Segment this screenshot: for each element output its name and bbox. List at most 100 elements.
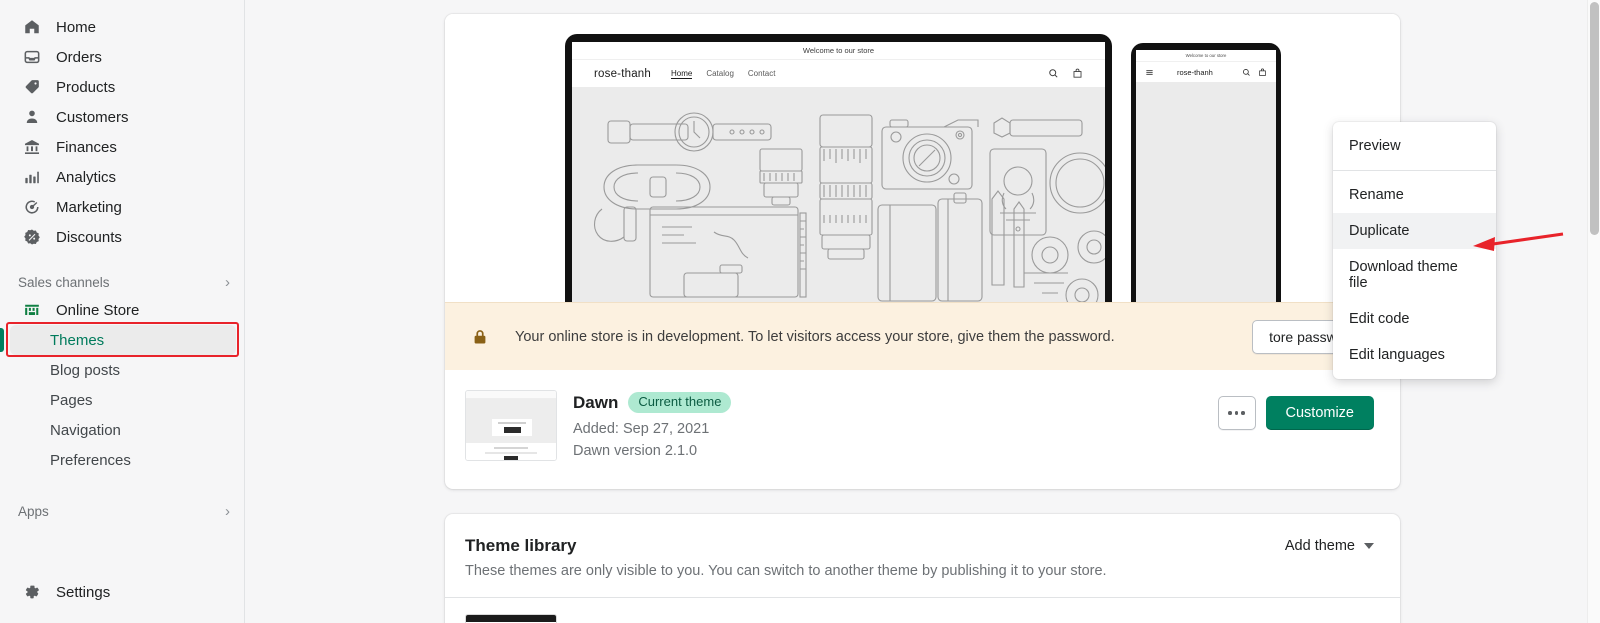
- sidebar-item-pages[interactable]: Pages: [10, 385, 236, 415]
- active-indicator-bar: [0, 328, 4, 352]
- settings-row: Settings: [0, 577, 245, 607]
- theme-library-subtitle: These themes are only visible to you. Yo…: [465, 562, 1107, 579]
- desktop-preview-screen: Welcome to our store rose-thanh Home Cat…: [572, 42, 1105, 302]
- theme-actions: Customize: [1217, 390, 1374, 430]
- search-icon: [1242, 68, 1251, 77]
- dot: [1228, 411, 1232, 415]
- theme-library-text: Theme library These themes are only visi…: [465, 536, 1285, 579]
- preview-store-header: rose-thanh Home Catalog Contact: [572, 59, 1105, 87]
- mobile-preview-screen: Welcome to our store rose-thanh: [1136, 50, 1276, 302]
- sidebar-item-orders[interactable]: Orders: [10, 42, 236, 72]
- status-badge: Current theme: [628, 392, 732, 414]
- sidebar-item-label: Customers: [56, 108, 129, 126]
- preview-announcement-bar: Welcome to our store: [572, 42, 1105, 59]
- preview-nav-home: Home: [670, 68, 693, 79]
- sidebar-item-customers[interactable]: Customers: [10, 102, 236, 132]
- preview-hero-illustration: [572, 87, 1105, 302]
- menu-item-rename[interactable]: Rename: [1333, 177, 1496, 213]
- orders-icon: [22, 47, 42, 67]
- sidebar-item-products[interactable]: Products: [10, 72, 236, 102]
- add-theme-button[interactable]: Add theme: [1285, 536, 1374, 554]
- sidebar-subitem-label: Pages: [50, 391, 93, 409]
- theme-library-card: Theme library These themes are only visi…: [445, 513, 1400, 623]
- menu-divider: [1333, 170, 1496, 171]
- customers-person-icon: [22, 107, 42, 127]
- sidebar-section-apps[interactable]: Apps ›: [18, 503, 230, 520]
- sidebar-item-label: Settings: [56, 583, 111, 601]
- mobile-store-logo: rose-thanh: [1177, 67, 1213, 77]
- home-icon: [22, 17, 42, 37]
- current-theme-card: Welcome to our store rose-thanh Home Cat…: [445, 14, 1400, 489]
- mobile-hero-area: [1136, 82, 1276, 302]
- apps-label: Apps: [18, 504, 49, 519]
- vertical-scrollbar[interactable]: [1587, 0, 1600, 623]
- sidebar-item-label: Products: [56, 78, 116, 96]
- annotation-arrow-duplicate: [1467, 232, 1567, 263]
- sidebar-item-analytics[interactable]: Analytics: [10, 162, 236, 192]
- desktop-preview-mockup[interactable]: Welcome to our store rose-thanh Home Cat…: [565, 34, 1112, 302]
- cart-icon: [1258, 68, 1267, 77]
- theme-name: Dawn: [573, 392, 619, 412]
- main-content: Welcome to our store rose-thanh Home Cat…: [245, 0, 1600, 623]
- products-tag-icon: [22, 77, 42, 97]
- menu-item-edit-code[interactable]: Edit code: [1333, 301, 1496, 337]
- library-theme-thumbnail: [465, 613, 557, 623]
- sidebar-item-label: Orders: [56, 48, 102, 66]
- customize-button[interactable]: Customize: [1265, 396, 1374, 430]
- sidebar-item-label: Analytics: [56, 168, 117, 186]
- theme-info: Dawn Current theme Added: Sep 27, 2021 D…: [573, 390, 1218, 463]
- sidebar-item-home[interactable]: Home: [10, 12, 236, 42]
- scrollbar-thumb[interactable]: [1590, 2, 1599, 235]
- add-theme-label: Add theme: [1284, 537, 1355, 554]
- sidebar-item-settings[interactable]: Settings: [10, 577, 237, 607]
- gear-icon: [22, 582, 42, 602]
- lock-icon: [471, 328, 489, 346]
- thumbnail-footer: [466, 443, 556, 460]
- thumbnail-header: [466, 614, 556, 622]
- sidebar-item-finances[interactable]: Finances: [10, 132, 236, 162]
- theme-version: Dawn version 2.1.0: [573, 443, 698, 459]
- sidebar-item-navigation[interactable]: Navigation: [10, 415, 236, 445]
- dot: [1241, 411, 1245, 415]
- sidebar-item-online-store[interactable]: Online Store: [10, 295, 236, 325]
- sidebar-item-label: Finances: [56, 138, 117, 156]
- sidebar-item-label: Marketing: [56, 198, 122, 216]
- sidebar-item-label: Home: [56, 18, 97, 36]
- chevron-right-icon: ›: [225, 503, 230, 520]
- themes-row-wrapper: Themes: [0, 322, 244, 357]
- sidebar-item-label: Discounts: [56, 228, 122, 246]
- theme-added-date: Added: Sep 27, 2021: [573, 421, 710, 438]
- sidebar-item-themes[interactable]: Themes: [10, 325, 236, 355]
- sidebar-subitem-label: Navigation: [50, 421, 121, 439]
- menu-item-edit-languages[interactable]: Edit languages: [1333, 337, 1496, 373]
- mobile-preview-mockup[interactable]: Welcome to our store rose-thanh: [1131, 43, 1281, 302]
- theme-library-header: Theme library These themes are only visi…: [445, 514, 1400, 597]
- sidebar: Home Orders Products Customers Finances: [0, 0, 245, 623]
- theme-library-row: [445, 598, 1400, 623]
- online-store-icon: [22, 300, 42, 320]
- menu-item-preview[interactable]: Preview: [1333, 128, 1496, 164]
- sidebar-item-discounts[interactable]: Discounts: [10, 222, 236, 252]
- sales-channels-label: Sales channels: [18, 275, 110, 290]
- thumbnail-card: [492, 419, 532, 436]
- theme-library-title: Theme library: [465, 535, 577, 555]
- preview-nav-catalog: Catalog: [706, 68, 734, 78]
- content-column: Welcome to our store rose-thanh Home Cat…: [445, 0, 1400, 623]
- sidebar-subitem-label: Themes: [50, 331, 105, 349]
- sidebar-item-blog-posts[interactable]: Blog posts: [10, 355, 236, 385]
- cart-icon: [1072, 68, 1083, 79]
- sidebar-item-marketing[interactable]: Marketing: [10, 192, 236, 222]
- search-icon: [1048, 68, 1059, 79]
- sidebar-section-sales-channels[interactable]: Sales channels ›: [18, 274, 230, 291]
- analytics-bars-icon: [22, 167, 42, 187]
- preview-nav-contact: Contact: [747, 68, 776, 78]
- sidebar-item-preferences[interactable]: Preferences: [10, 445, 236, 475]
- banner-message: Your online store is in development. To …: [515, 328, 1115, 345]
- more-actions-button[interactable]: [1217, 396, 1256, 430]
- finances-bank-icon: [22, 137, 42, 157]
- preview-store-logo: rose-thanh: [594, 67, 651, 80]
- chevron-down-icon: [1364, 542, 1374, 549]
- sidebar-item-label: Online Store: [56, 301, 140, 319]
- mobile-store-header: rose-thanh: [1136, 61, 1276, 82]
- mobile-announcement-bar: Welcome to our store: [1185, 53, 1227, 58]
